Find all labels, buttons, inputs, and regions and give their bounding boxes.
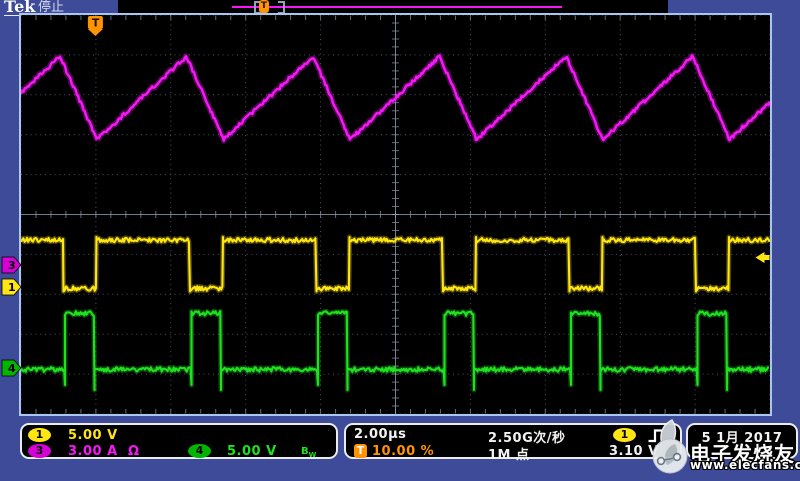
svg-text:4: 4 [8,362,16,375]
svg-text:3: 3 [8,259,16,272]
horizontal-trigger-readout-box: 2.00µs 2.50G次/秒 1 T 10.00 % 1M 点 3.10 V [344,423,682,459]
ch3-marker[interactable]: 3 [2,257,21,273]
trigger-level-readout[interactable]: 3.10 V [609,444,659,459]
ch4-scale[interactable]: 5.00 V [227,444,277,459]
trigger-position-badge-icon: T [354,444,367,458]
ch3-scale[interactable]: 3.00 A [68,444,118,459]
ch4-bandwidth-limit-icon: BW [301,446,316,459]
ch3-coupling-ohm-icon: Ω [128,444,140,459]
ch1-marker[interactable]: 1 [2,279,21,295]
ch1-badge[interactable]: 1 [28,428,51,442]
timebase-readout[interactable]: 2.00µs [354,427,406,442]
trigger-position-readout[interactable]: 10.00 % [372,444,434,459]
ch4-marker[interactable]: 4 [2,360,21,376]
svg-text:T: T [92,17,100,30]
trigger-source-badge[interactable]: 1 [613,428,636,442]
waveform-display: 3 1 4 T [0,0,800,481]
ch3-badge[interactable]: 3 [28,444,51,458]
ch4-badge[interactable]: 4 [188,444,211,458]
date-readout: 5 1月 2017 [688,427,796,446]
date-time-box: 5 1月 2017 [686,423,798,459]
vertical-readout-box: 1 5.00 V 3 3.00 A Ω 4 5.00 V BW [20,423,338,459]
svg-text:1: 1 [8,281,16,294]
record-length-readout: 1M 点 [488,444,530,463]
oscilloscope-screen: Tek 停止 T 3 1 4 T [0,0,800,481]
rising-edge-icon [647,428,665,443]
ch1-scale[interactable]: 5.00 V [68,428,118,443]
